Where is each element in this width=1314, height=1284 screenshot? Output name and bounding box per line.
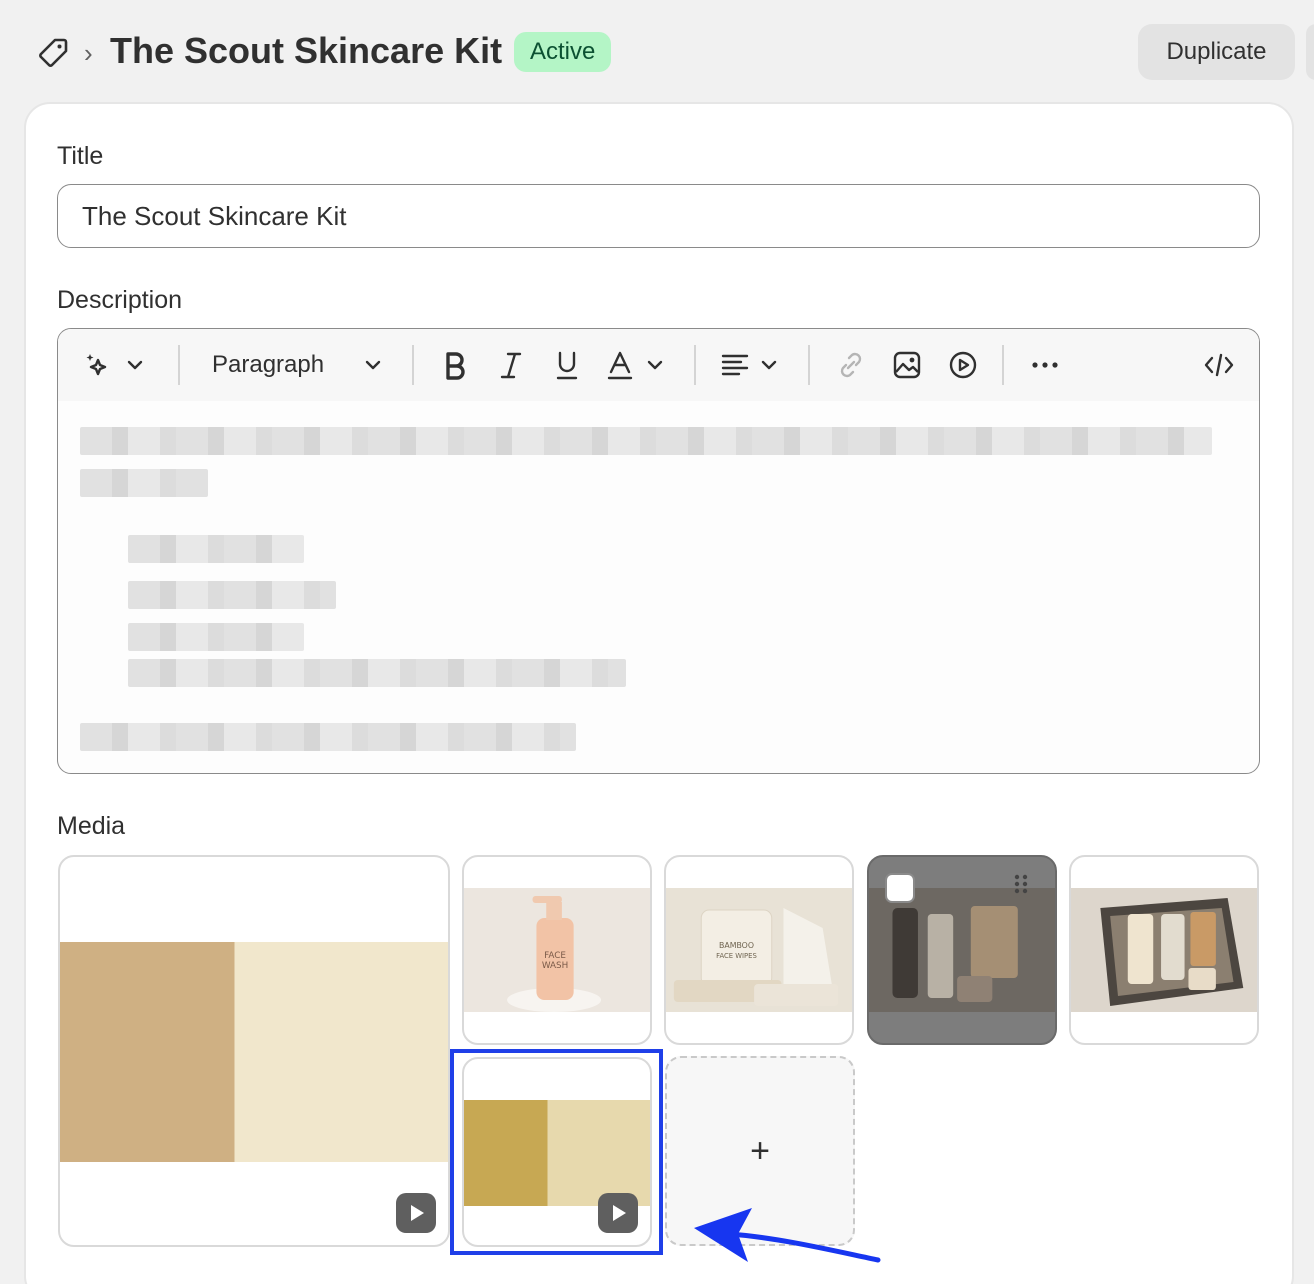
bamboo-wipes-image: BAMBOO FACE WIPES: [666, 888, 852, 1012]
bold-icon: [446, 352, 465, 380]
code-icon: [1204, 353, 1234, 377]
align-dropdown[interactable]: [720, 345, 780, 385]
drag-handle-icon[interactable]: [1013, 873, 1029, 895]
status-badge: Active: [514, 32, 612, 72]
play-icon: [396, 1193, 436, 1233]
description-label: Description: [57, 286, 183, 314]
text-color-dropdown[interactable]: [606, 345, 666, 385]
toolbar-divider: [412, 345, 414, 385]
page-header: › The Scout Skincare Kit Active Duplicat…: [0, 0, 1314, 104]
paragraph-label: Paragraph: [212, 351, 325, 378]
tag-icon[interactable]: [36, 36, 70, 70]
more-formatting-button[interactable]: [1028, 345, 1062, 385]
link-icon: [840, 352, 862, 378]
plus-icon: +: [750, 1131, 770, 1170]
select-checkbox[interactable]: [885, 873, 915, 903]
toolbar-divider: [808, 345, 810, 385]
image-icon: [893, 351, 921, 379]
paragraph-dropdown[interactable]: Paragraph: [212, 345, 384, 385]
media-item-kit-products[interactable]: [867, 855, 1057, 1045]
media-item-featured-video[interactable]: [58, 855, 450, 1247]
magic-button[interactable]: [82, 345, 148, 385]
svg-text:WASH: WASH: [542, 961, 568, 971]
underline-icon: [556, 351, 578, 380]
gift-tin-image: [1071, 888, 1257, 1012]
svg-text:BAMBOO: BAMBOO: [719, 941, 754, 950]
svg-text:FACE: FACE: [544, 951, 566, 961]
media-item-gift-tin[interactable]: [1069, 855, 1259, 1045]
svg-text:FACE WIPES: FACE WIPES: [716, 952, 757, 960]
media-item-face-wash[interactable]: FACE WASH: [462, 855, 652, 1045]
chevron-down-icon: [365, 360, 381, 370]
title-label: Title: [57, 142, 104, 170]
annotation-arrow-icon: [694, 1208, 881, 1263]
media-item-bamboo-wipes[interactable]: BAMBOO FACE WIPES: [664, 855, 854, 1045]
underline-button[interactable]: [550, 345, 584, 385]
breadcrumb-separator: ›: [84, 38, 93, 68]
selected-media-highlight: [450, 1049, 663, 1255]
magic-icon: [86, 354, 107, 376]
chevron-down-icon: [647, 360, 663, 370]
page-title: The Scout Skincare Kit: [110, 30, 503, 71]
code-view-button[interactable]: [1202, 345, 1236, 385]
title-input[interactable]: [57, 184, 1260, 248]
media-label: Media: [57, 812, 126, 840]
description-editor[interactable]: Paragraph: [57, 328, 1260, 774]
italic-icon: [500, 352, 522, 379]
kit-products-image: [869, 888, 1055, 1012]
toolbar-divider: [1002, 345, 1004, 385]
more-actions-button[interactable]: [1306, 24, 1314, 80]
video-icon: [949, 351, 977, 379]
toolbar-divider: [178, 345, 180, 385]
bold-button[interactable]: [438, 345, 472, 385]
more-icon: [1032, 362, 1058, 368]
video-thumbnail: [60, 942, 448, 1162]
face-wash-image: FACE WASH: [464, 888, 650, 1012]
duplicate-button[interactable]: Duplicate: [1138, 24, 1295, 80]
video-button[interactable]: [946, 345, 980, 385]
text-color-icon: [607, 351, 633, 380]
editor-toolbar: Paragraph: [58, 329, 1259, 401]
link-button[interactable]: [834, 345, 868, 385]
italic-button[interactable]: [494, 345, 528, 385]
align-icon: [721, 354, 749, 376]
chevron-down-icon: [761, 360, 777, 370]
toolbar-divider: [694, 345, 696, 385]
image-button[interactable]: [890, 345, 924, 385]
chevron-down-icon: [127, 360, 143, 370]
